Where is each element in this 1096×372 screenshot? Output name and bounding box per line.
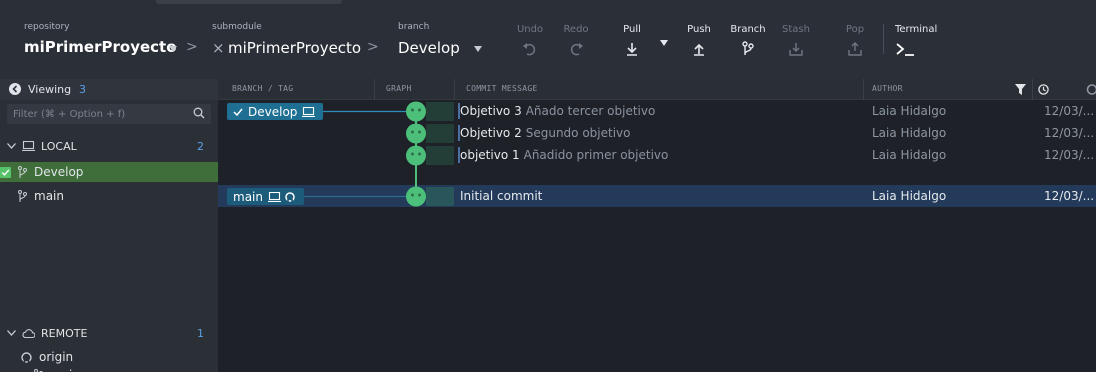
redo-button[interactable]: Redo xyxy=(553,24,599,57)
branch-name-main: main xyxy=(34,189,64,203)
undo-button[interactable]: Undo xyxy=(507,24,553,57)
remote-branch-main[interactable]: main xyxy=(0,353,218,372)
commit-node[interactable] xyxy=(406,123,454,144)
pull-icon xyxy=(627,43,637,56)
column-divider[interactable] xyxy=(863,79,864,100)
column-divider[interactable] xyxy=(1032,79,1033,100)
chevron-down-icon xyxy=(7,143,16,149)
left-panel: LOCAL 2 Develop main REMOTE 1 origin mai… xyxy=(0,100,218,372)
commit-date: 12/03/... xyxy=(1044,189,1095,203)
viewing-count: 3 xyxy=(79,83,86,96)
commit-date: 12/03/... xyxy=(1044,148,1095,162)
commit-message: Objetivo 3 Añado tercer objetivo xyxy=(460,104,656,118)
commit-date: 12/03/... xyxy=(1044,104,1095,118)
local-section-label: LOCAL xyxy=(41,139,77,153)
local-section-header[interactable]: LOCAL 2 xyxy=(0,135,218,157)
column-divider[interactable] xyxy=(374,79,375,100)
remote-section-header[interactable]: REMOTE 1 xyxy=(0,322,218,344)
branch-button[interactable]: Branch xyxy=(725,24,771,57)
branch-name-develop: Develop xyxy=(34,165,84,179)
pop-button[interactable]: Pop xyxy=(832,24,878,57)
commit-date: 12/03/... xyxy=(1044,126,1095,140)
chevron-down-icon xyxy=(7,330,16,336)
pull-button[interactable]: Pull xyxy=(609,24,655,57)
commit-author: Laia Hidalgo xyxy=(872,189,947,203)
filter-box[interactable] xyxy=(7,104,211,124)
local-branch-develop[interactable]: Develop xyxy=(0,162,218,182)
commit-graph xyxy=(304,101,454,207)
close-submodule-icon[interactable]: × xyxy=(212,39,225,57)
repository-dropdown-icon[interactable] xyxy=(169,46,177,52)
branch-caption: branch xyxy=(398,22,430,32)
cloud-icon xyxy=(22,329,35,338)
local-branch-count: 2 xyxy=(197,139,204,153)
branch-filter-input[interactable] xyxy=(7,104,187,124)
breadcrumb-separator-icon: > xyxy=(367,39,379,55)
filter-icon[interactable] xyxy=(1015,84,1026,95)
checked-icon[interactable] xyxy=(0,166,11,178)
branch-icon xyxy=(18,166,27,178)
back-icon[interactable] xyxy=(9,83,21,95)
stash-icon xyxy=(789,43,803,56)
viewing-label: Viewing xyxy=(28,83,72,96)
toolbar: repository miPrimerProyecto > submodule … xyxy=(0,0,1096,79)
local-branch-main[interactable]: main xyxy=(0,185,218,207)
settings-icon[interactable] xyxy=(1086,84,1096,95)
repository-name[interactable]: miPrimerProyecto xyxy=(24,38,177,56)
terminal-icon xyxy=(896,43,914,56)
commit-author: Laia Hidalgo xyxy=(872,148,947,162)
commit-node[interactable] xyxy=(406,101,454,122)
column-header-commit-message[interactable]: COMMIT MESSAGE xyxy=(466,84,538,93)
branch-icon xyxy=(18,190,27,202)
tab-strip-hint xyxy=(156,0,342,4)
branch-name[interactable]: Develop xyxy=(398,39,460,57)
viewing-header[interactable]: Viewing 3 xyxy=(0,79,218,100)
remote-section-label: REMOTE xyxy=(41,326,88,340)
commit-message: objetivo 1 Añadido primer objetivo xyxy=(460,148,669,162)
toolbar-divider xyxy=(883,24,884,54)
commit-grid-header: BRANCH / TAG GRAPH COMMIT MESSAGE AUTHOR xyxy=(218,79,1096,100)
commit-author: Laia Hidalgo xyxy=(872,104,947,118)
commit-message: Objetivo 2 Segundo objetivo xyxy=(460,126,631,140)
submodule-caption: submodule xyxy=(212,22,262,32)
pull-options-icon[interactable] xyxy=(660,40,668,46)
remote-branch-name: main xyxy=(50,368,80,372)
terminal-button[interactable]: Terminal xyxy=(890,24,948,57)
clock-icon[interactable] xyxy=(1038,84,1049,95)
column-header-author[interactable]: AUTHOR xyxy=(872,84,903,93)
push-button[interactable]: Push xyxy=(676,24,722,57)
computer-icon xyxy=(22,141,35,151)
branch-icon xyxy=(742,41,754,55)
pop-icon xyxy=(848,42,862,56)
search-icon[interactable] xyxy=(193,107,205,119)
branch-dropdown-icon[interactable] xyxy=(474,46,482,52)
commit-node[interactable] xyxy=(406,145,454,166)
breadcrumb-separator-icon: > xyxy=(186,39,198,55)
redo-icon xyxy=(570,43,583,56)
stash-button[interactable]: Stash xyxy=(773,24,819,57)
undo-icon xyxy=(523,43,536,56)
column-header-branch-tag[interactable]: BRANCH / TAG xyxy=(232,84,293,93)
commit-author: Laia Hidalgo xyxy=(872,126,947,140)
column-divider[interactable] xyxy=(454,79,455,100)
push-icon xyxy=(694,43,704,56)
column-header-graph[interactable]: GRAPH xyxy=(386,84,412,93)
commit-message: Initial commit xyxy=(460,189,543,203)
submodule-name[interactable]: miPrimerProyecto xyxy=(228,39,361,57)
repository-caption: repository xyxy=(24,22,70,32)
commit-grid: Develop Objetivo 3 Añado tercer objetivo … xyxy=(218,100,1096,372)
commit-node[interactable] xyxy=(406,186,454,207)
remote-count: 1 xyxy=(197,326,204,340)
